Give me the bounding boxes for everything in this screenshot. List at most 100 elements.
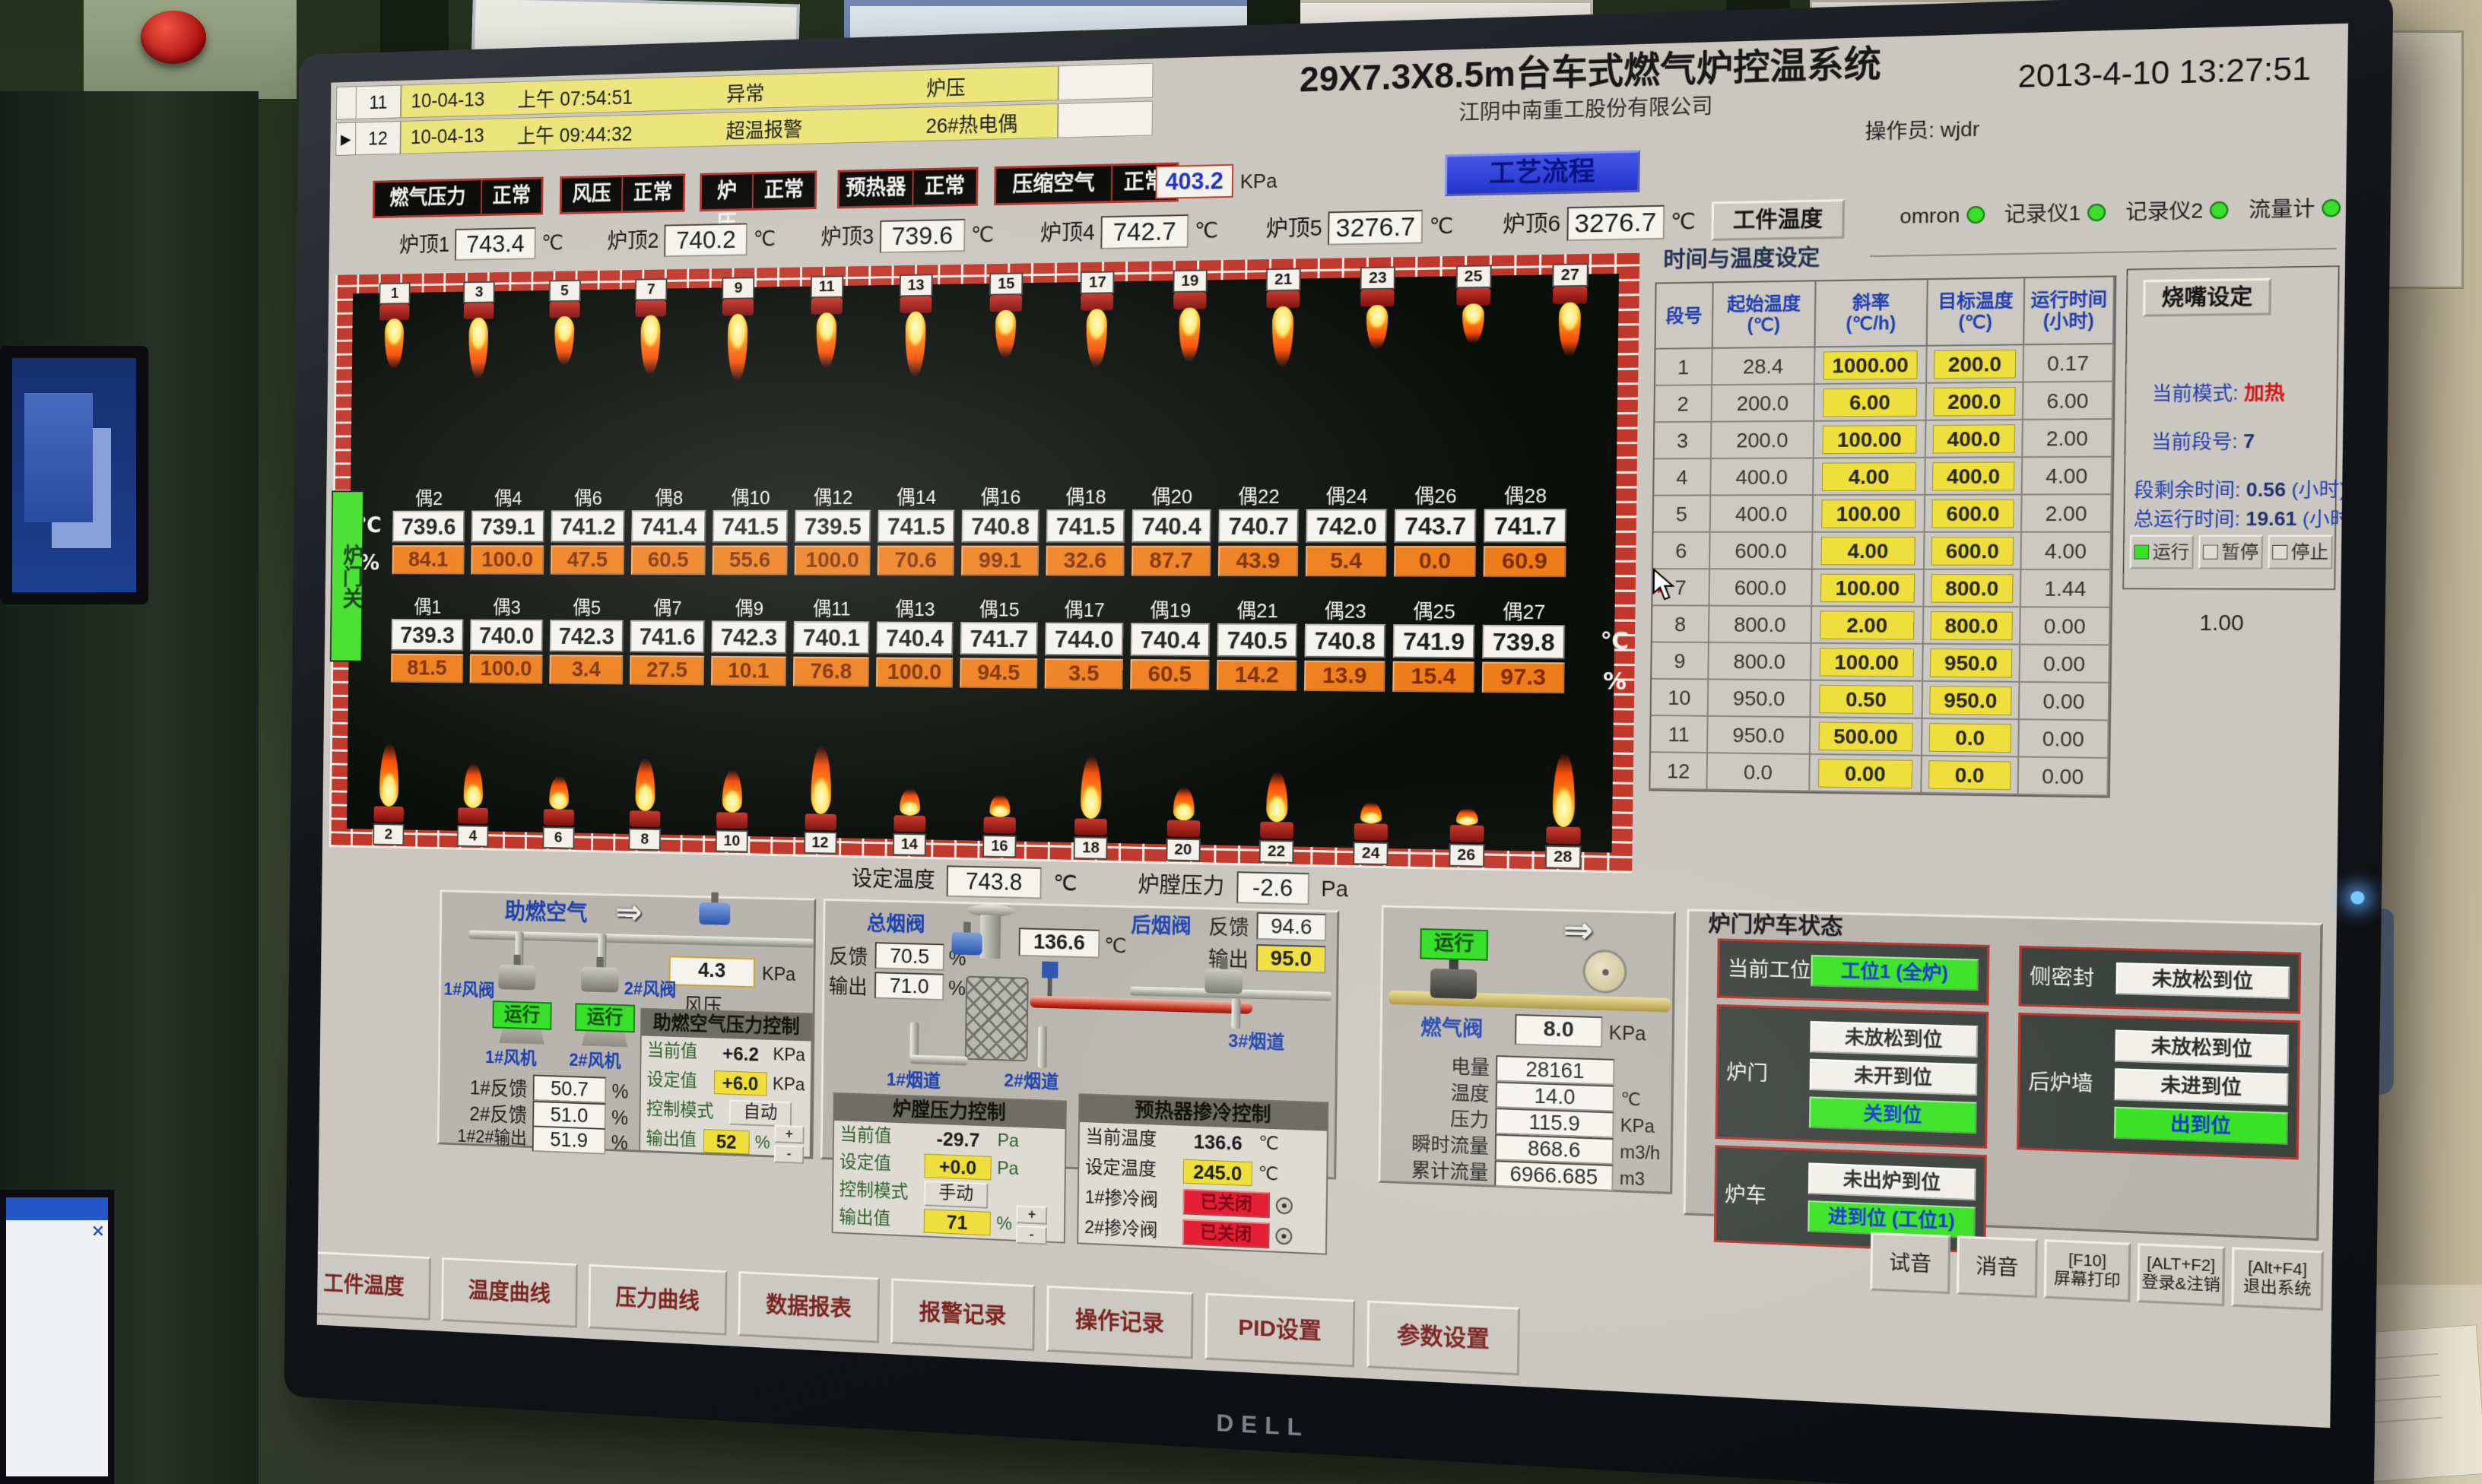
cell-start-temp: 950.0 [1709, 680, 1811, 718]
pause-button[interactable]: 暂停 [2198, 535, 2263, 569]
thermocouple-readout: 偶18 741.5 32.6 [1046, 485, 1125, 576]
thermocouple-temp: 739.5 [795, 510, 871, 543]
burner-number: 7 [635, 278, 668, 301]
valve2-label: 2#风阀 [624, 978, 677, 1002]
status-chip: 未放松到位 [1810, 1021, 1978, 1058]
process-flow-button[interactable]: 工艺流程 [1445, 151, 1640, 197]
cell-slope[interactable]: 500.00 [1811, 718, 1923, 756]
thermocouple-temp: 739.3 [392, 619, 464, 651]
roof-temp-item: 炉顶2 740.2 ℃ [607, 223, 776, 258]
flame-icon [728, 314, 748, 382]
bottom-tab[interactable]: 压力曲线 [588, 1264, 727, 1336]
bottom-tab[interactable]: 操作记录 [1046, 1286, 1194, 1359]
burner-bottom [1324, 801, 1419, 842]
flame-icon [1558, 302, 1581, 357]
burner-number: 20 [1166, 838, 1201, 861]
cold-valve1-state[interactable]: 已关闭 [1182, 1189, 1270, 1219]
action-button[interactable]: [ALT+F2] 登录&注销 [2137, 1243, 2225, 1306]
device-indicator-row: omron 记录仪1 记录仪2 流量计 [1900, 195, 2341, 228]
burner-body-icon [1449, 825, 1484, 842]
burner-chip-col: 22 [1230, 839, 1324, 864]
cell-target-temp[interactable]: 800.0 [1924, 607, 2021, 645]
cell-target-temp[interactable]: 200.0 [1927, 345, 2024, 383]
flame-icon [1552, 753, 1575, 827]
heat-exchanger-icon [965, 976, 1029, 1062]
cell-slope[interactable]: 100.00 [1813, 496, 1925, 533]
flame-icon [1366, 305, 1389, 350]
status-indicator: 炉压 正常 [700, 170, 817, 211]
cell-target-temp[interactable]: 950.0 [1923, 645, 2020, 683]
alarm-list: ▶ 11 10-04-13 上午 07:54:51 异常 炉压 ▶ 12 10-… [335, 63, 1153, 159]
cell-slope[interactable]: 100.00 [1812, 570, 1925, 607]
cell-target-temp[interactable]: 600.0 [1925, 496, 2023, 533]
plus-button[interactable]: + [1017, 1205, 1048, 1224]
run-button[interactable]: 运行 [2130, 535, 2194, 569]
cell-start-temp: 200.0 [1712, 422, 1814, 459]
action-button[interactable]: [Alt+F4] 退出系统 [2231, 1247, 2324, 1311]
flame-icon [1271, 306, 1293, 368]
bottom-tab[interactable]: 工件温度 [317, 1251, 431, 1321]
thermocouple-readout: 偶10 741.5 55.6 [713, 487, 789, 576]
bottom-tab[interactable]: 报警记录 [890, 1278, 1035, 1351]
thermocouple-output-pct: 5.4 [1306, 546, 1387, 576]
cell-target-temp[interactable]: 800.0 [1924, 570, 2021, 608]
thermocouple-readout: 偶4 739.1 100.0 [471, 487, 544, 575]
bottom-tab[interactable]: PID设置 [1204, 1293, 1355, 1368]
cell-slope[interactable]: 4.00 [1814, 458, 1926, 496]
burner-number: 16 [982, 835, 1017, 858]
burner-setting-button[interactable]: 烧嘴设定 [2143, 278, 2271, 317]
cell-slope[interactable]: 100.00 [1811, 644, 1924, 682]
roof-temp-label: 炉顶4 [1040, 220, 1095, 246]
burner-number: 18 [1074, 836, 1108, 860]
thermocouple-label: 偶27 [1483, 600, 1566, 623]
action-button[interactable]: [F10] 屏幕打印 [2044, 1239, 2131, 1302]
action-button[interactable]: 试音 [1870, 1232, 1950, 1295]
cell-slope[interactable]: 6.00 [1814, 384, 1927, 422]
burner-body-icon [1360, 290, 1395, 307]
output-value-field[interactable]: 71 [924, 1209, 991, 1235]
thermocouple-readout: 偶14 741.5 70.6 [878, 486, 955, 576]
set-value-field[interactable]: +6.0 [714, 1070, 767, 1096]
gas-row-label: 电量 [1388, 1054, 1490, 1080]
cell-target-temp[interactable]: 950.0 [1923, 682, 2020, 720]
cell-target-temp[interactable]: 400.0 [1926, 420, 2023, 458]
set-value-field[interactable]: 245.0 [1183, 1159, 1252, 1187]
burner-body-icon [1546, 826, 1581, 844]
workpiece-temp-button[interactable]: 工件温度 [1711, 199, 1845, 241]
action-button[interactable]: 消音 [1957, 1235, 2038, 1298]
thermocouple-label: 偶9 [712, 597, 787, 620]
mode-button[interactable]: 自动 [729, 1100, 792, 1127]
cell-slope[interactable]: 2.00 [1812, 607, 1925, 645]
cell-slope[interactable]: 1000.00 [1815, 347, 1928, 385]
burner-number: 25 [1455, 265, 1491, 288]
burner-number: 22 [1259, 840, 1294, 864]
minus-button[interactable]: - [1016, 1226, 1047, 1245]
cell-target-temp[interactable]: 0.0 [1922, 719, 2020, 758]
cell-slope[interactable]: 4.00 [1813, 533, 1925, 570]
cell-target-temp[interactable]: 400.0 [1925, 458, 2023, 496]
burner-number: 17 [1081, 271, 1115, 293]
stack-icon [980, 915, 1001, 959]
bottom-tab[interactable]: 数据报表 [738, 1271, 880, 1343]
cell-target-temp[interactable]: 200.0 [1927, 383, 2024, 421]
cell-slope[interactable]: 0.50 [1811, 681, 1923, 719]
cell-target-temp[interactable]: 600.0 [1925, 533, 2022, 570]
burner-number: 13 [900, 274, 933, 296]
stop-button[interactable]: 停止 [2268, 535, 2333, 569]
bottom-tab[interactable]: 温度曲线 [441, 1257, 578, 1328]
flue-pipe [1038, 1026, 1047, 1068]
mode-button[interactable]: 手动 [924, 1180, 988, 1208]
minus-button[interactable]: - [774, 1145, 805, 1164]
status-indicator-label: 压缩空气 [996, 166, 1112, 203]
combustion-air-title: 助燃空气 [505, 901, 588, 924]
bottom-tab[interactable]: 参数设置 [1366, 1300, 1520, 1375]
thermocouple-temp: 740.4 [1131, 623, 1210, 657]
plus-button[interactable]: + [774, 1124, 805, 1143]
cell-slope[interactable]: 0.00 [1810, 755, 1922, 794]
output-value-field[interactable]: 52 [703, 1129, 749, 1154]
alarm-row-tail [1058, 63, 1154, 100]
cell-slope[interactable]: 100.00 [1814, 421, 1927, 459]
cell-target-temp[interactable]: 0.0 [1922, 756, 2019, 795]
cold-valve2-state[interactable]: 已关闭 [1182, 1219, 1270, 1248]
set-value-field[interactable]: +0.0 [925, 1153, 992, 1180]
